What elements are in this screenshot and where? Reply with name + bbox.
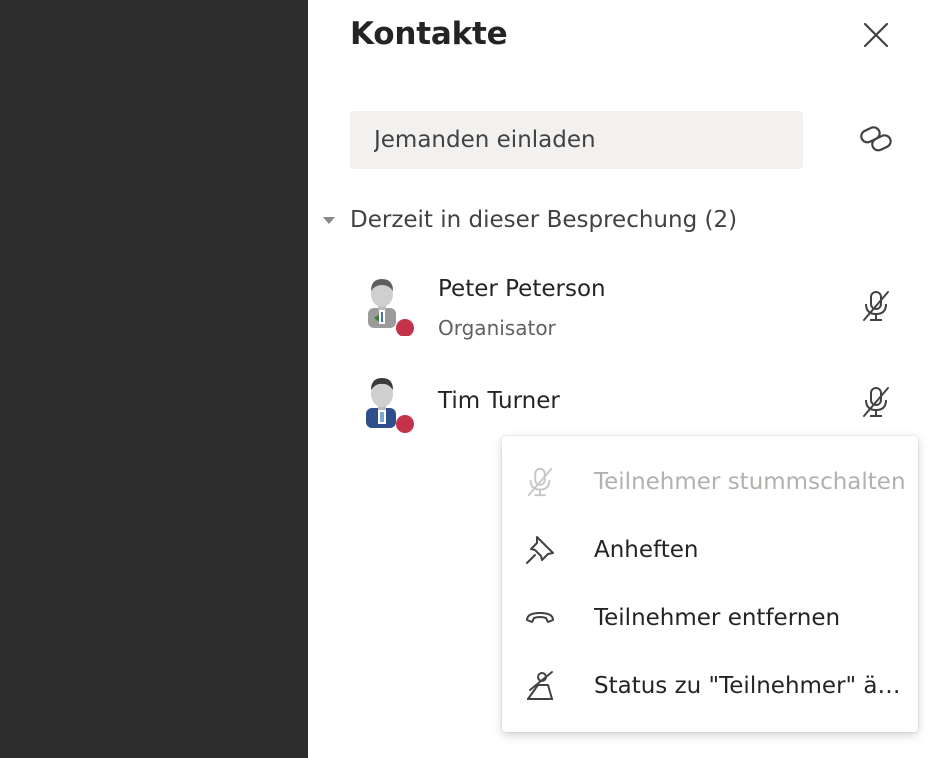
participant-name: Tim Turner xyxy=(438,388,560,414)
meeting-stage-area xyxy=(0,0,308,758)
close-icon xyxy=(863,22,889,48)
panel-title: Kontakte xyxy=(350,16,508,52)
screen: Kontakte Derzeit in dieser Besprechung (… xyxy=(0,0,946,758)
menu-item-pin[interactable]: Anheften xyxy=(502,516,918,584)
section-label: Derzeit in dieser Besprechung (2) xyxy=(350,207,738,233)
menu-item-label: Teilnehmer stummschalten xyxy=(594,469,906,495)
close-button[interactable] xyxy=(855,14,897,56)
copy-link-button[interactable] xyxy=(854,117,898,161)
menu-item-label: Anheften xyxy=(594,537,699,563)
link-icon xyxy=(860,126,892,152)
menu-item-mute-participant[interactable]: Teilnehmer stummschalten xyxy=(502,448,918,516)
menu-item-label: Teilnehmer entfernen xyxy=(594,605,841,631)
mic-off-icon xyxy=(863,387,889,417)
avatar xyxy=(368,279,414,336)
hang-up-icon xyxy=(522,600,558,636)
menu-item-label: Status zu "Teilnehmer" ändern xyxy=(594,673,908,699)
participant-role: Organisator xyxy=(438,316,556,340)
mic-off-icon xyxy=(522,464,558,500)
menu-item-change-role[interactable]: Status zu "Teilnehmer" ändern xyxy=(502,652,918,720)
participant-mic-button[interactable] xyxy=(856,382,896,422)
participant-context-menu: Teilnehmer stummschalten Anheften Teilne… xyxy=(502,436,918,732)
menu-item-remove-participant[interactable]: Teilnehmer entfernen xyxy=(502,584,918,652)
presence-busy-dot xyxy=(396,319,414,336)
pin-icon xyxy=(522,532,558,568)
presence-busy-dot xyxy=(396,415,414,433)
invite-someone-input[interactable] xyxy=(350,111,803,169)
change-role-icon xyxy=(522,668,558,704)
mic-off-icon xyxy=(863,291,889,321)
collapse-triangle-icon xyxy=(323,217,335,224)
section-in-meeting-header[interactable]: Derzeit in dieser Besprechung (2) xyxy=(318,200,737,240)
participant-name: Peter Peterson xyxy=(438,276,606,302)
avatar xyxy=(366,378,414,433)
participant-mic-button[interactable] xyxy=(856,286,896,326)
participant-row[interactable]: Peter Peterson Organisator xyxy=(350,272,910,352)
